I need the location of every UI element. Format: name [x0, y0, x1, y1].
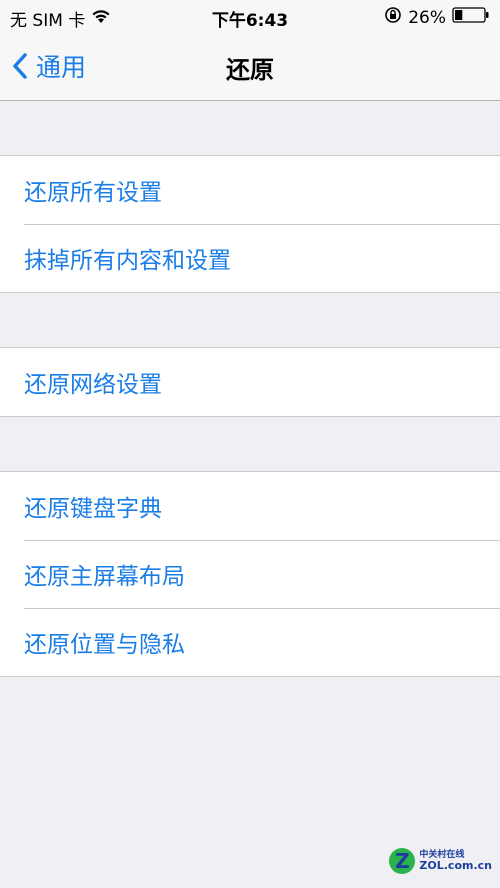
battery-icon [452, 7, 490, 28]
reset-home-screen-layout-button[interactable]: 还原主屏幕布局 [0, 540, 500, 608]
navigation-bar: 通用 还原 [0, 34, 500, 101]
battery-percent: 26% [408, 7, 446, 28]
reset-group-2: 还原网络设置 [0, 347, 500, 417]
reset-location-privacy-button[interactable]: 还原位置与隐私 [0, 608, 500, 676]
reset-group-3: 还原键盘字典 还原主屏幕布局 还原位置与隐私 [0, 471, 500, 677]
page-title: 还原 [226, 56, 274, 84]
reset-keyboard-dictionary-button[interactable]: 还原键盘字典 [0, 472, 500, 540]
watermark-domain: ZOL.com.cn [419, 859, 492, 872]
reset-network-settings-button[interactable]: 还原网络设置 [0, 348, 500, 416]
zol-logo-icon: Z [389, 848, 416, 874]
watermark: Z 中关村在线 ZOL.com.cn [389, 848, 492, 874]
reset-all-settings-button[interactable]: 还原所有设置 [0, 156, 500, 224]
rotation-lock-icon [384, 6, 402, 29]
erase-all-content-button[interactable]: 抹掉所有内容和设置 [0, 224, 500, 292]
reset-group-1: 还原所有设置 抹掉所有内容和设置 [0, 155, 500, 293]
status-bar: 无 SIM 卡 下午6:43 26% [0, 0, 500, 34]
